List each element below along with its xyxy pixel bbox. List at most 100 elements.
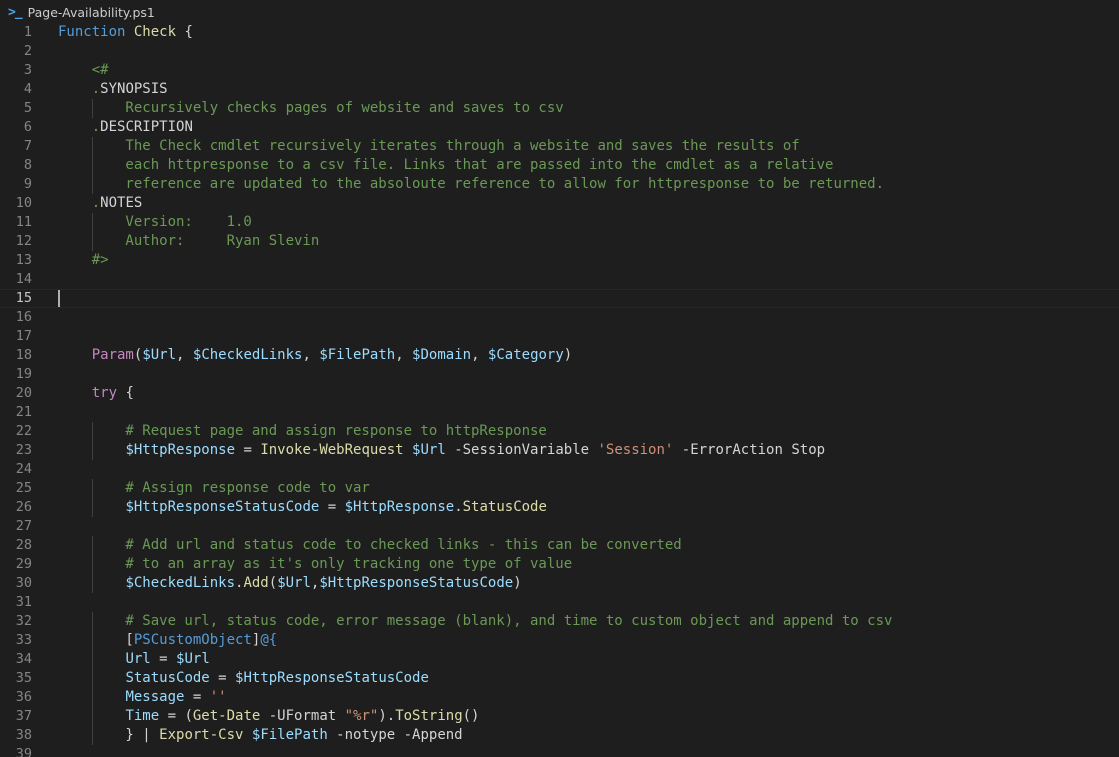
code-token: { <box>176 24 193 40</box>
code-line[interactable]: 10 .NOTES <box>0 194 1119 213</box>
code-line[interactable]: 28 # Add url and status code to checked … <box>0 536 1119 555</box>
line-number: 26 <box>15 499 32 515</box>
line-text: Recursively checks pages of website and … <box>58 99 563 118</box>
code-line[interactable]: 3 <# <box>0 61 1119 80</box>
code-line[interactable]: 2 <box>0 42 1119 61</box>
line-text: try { <box>58 384 134 403</box>
code-line[interactable]: 32 # Save url, status code, error messag… <box>0 612 1119 631</box>
code-line[interactable]: 31 <box>0 593 1119 612</box>
powershell-icon: >_ <box>8 4 23 20</box>
code-line[interactable]: 6 .DESCRIPTION <box>0 118 1119 137</box>
code-token: = <box>235 442 261 458</box>
code-token: $Url <box>142 347 177 363</box>
code-token: . <box>91 119 101 135</box>
line-text: $HttpResponseStatusCode = $HttpResponse.… <box>58 498 546 517</box>
line-number: 35 <box>15 670 32 686</box>
code-line[interactable]: 36 Message = '' <box>0 688 1119 707</box>
breadcrumb-filename[interactable]: Page-Availability.ps1 <box>28 5 155 20</box>
line-text: StatusCode = $HttpResponseStatusCode <box>58 669 428 688</box>
code-token: $HttpResponseStatusCode <box>319 575 514 591</box>
code-line[interactable]: 25 # Assign response code to var <box>0 479 1119 498</box>
code-line[interactable]: 4 .SYNOPSIS <box>0 80 1119 99</box>
code-line[interactable]: 13 #> <box>0 251 1119 270</box>
line-number: 15 <box>15 290 32 306</box>
line-number: 31 <box>15 594 32 610</box>
code-line[interactable]: 24 <box>0 460 1119 479</box>
line-number: 9 <box>23 176 32 192</box>
line-text: Param($Url, $CheckedLinks, $FilePath, $D… <box>58 346 573 365</box>
code-token: $Url <box>277 575 311 591</box>
code-line[interactable]: 35 StatusCode = $HttpResponseStatusCode <box>0 669 1119 688</box>
code-token: Message <box>125 689 185 705</box>
code-line[interactable]: 30 $CheckedLinks.Add($Url,$HttpResponseS… <box>0 574 1119 593</box>
code-line[interactable]: 18 Param($Url, $CheckedLinks, $FilePath,… <box>0 346 1119 365</box>
code-line[interactable]: 37 Time = (Get-Date -UFormat "%r").ToStr… <box>0 707 1119 726</box>
code-token: StatusCode <box>125 670 210 686</box>
code-token: , <box>471 347 488 363</box>
line-number: 13 <box>15 252 32 268</box>
code-token: -SessionVariable <box>445 442 598 458</box>
line-number: 5 <box>23 100 32 116</box>
code-editor[interactable]: >_ Page-Availability.ps1 1 Function Check… <box>0 0 1119 757</box>
code-line[interactable]: 16 <box>0 308 1119 327</box>
line-text: # Request page and assign response to ht… <box>58 422 546 441</box>
line-number: 11 <box>15 214 32 230</box>
line-number: 21 <box>15 404 32 420</box>
code-line[interactable]: 38 } | Export-Csv $FilePath -notype -App… <box>0 726 1119 745</box>
code-line[interactable]: 29 # to an array as it's only tracking o… <box>0 555 1119 574</box>
line-number: 25 <box>15 480 32 496</box>
breadcrumb[interactable]: >_ Page-Availability.ps1 <box>0 0 1119 24</box>
line-text: Version: 1.0 <box>58 213 252 232</box>
code-token: Url <box>125 651 151 667</box>
code-line[interactable]: 17 <box>0 327 1119 346</box>
code-token: . <box>91 195 101 211</box>
code-line[interactable]: 5 Recursively checks pages of website an… <box>0 99 1119 118</box>
code-line[interactable]: 15 <box>0 289 1119 308</box>
code-token: Export-Csv <box>159 727 244 743</box>
code-line[interactable]: 26 $HttpResponseStatusCode = $HttpRespon… <box>0 498 1119 517</box>
code-line[interactable]: 20 try { <box>0 384 1119 403</box>
code-token: Add <box>243 575 269 591</box>
code-line[interactable]: 23 $HttpResponse = Invoke-WebRequest $Ur… <box>0 441 1119 460</box>
code-line[interactable]: 34 Url = $Url <box>0 650 1119 669</box>
code-line[interactable]: 39 <box>0 745 1119 757</box>
code-area[interactable]: 1 Function Check {2 3 <# 4 .SYNOPSIS 5 Recur… <box>0 23 1119 757</box>
code-line[interactable]: 19 <box>0 365 1119 384</box>
code-line[interactable]: 27 <box>0 517 1119 536</box>
code-token: $HttpResponseStatusCode <box>125 499 320 515</box>
code-token: Param <box>91 347 134 363</box>
code-line[interactable]: 33 [PSCustomObject]@{ <box>0 631 1119 650</box>
code-token: PSCustomObject <box>133 632 252 648</box>
code-line[interactable]: 7 The Check cmdlet recursively iterates … <box>0 137 1119 156</box>
code-token: $Url <box>412 442 446 458</box>
code-token: Check <box>133 24 177 40</box>
code-token: , <box>395 347 413 363</box>
code-token: # to an array as it's only tracking one … <box>58 556 573 572</box>
code-token: = <box>319 499 345 515</box>
code-line[interactable]: 11 Version: 1.0 <box>0 213 1119 232</box>
line-text: .SYNOPSIS <box>58 80 168 99</box>
line-number: 12 <box>15 233 32 249</box>
code-line[interactable]: 22 # Request page and assign response to… <box>0 422 1119 441</box>
code-token: Function <box>58 24 134 40</box>
code-line[interactable]: 9 reference are updated to the absoloute… <box>0 175 1119 194</box>
code-token: Version: 1.0 <box>58 214 252 230</box>
line-text: $CheckedLinks.Add($Url,$HttpResponseStat… <box>58 574 521 593</box>
code-line[interactable]: 21 <box>0 403 1119 422</box>
line-text: # Add url and status code to checked lin… <box>58 536 681 555</box>
code-line[interactable]: 1 Function Check { <box>0 23 1119 42</box>
code-line[interactable]: 14 <box>0 270 1119 289</box>
line-text: # Assign response code to var <box>58 479 369 498</box>
code-token: $HttpResponse <box>125 442 236 458</box>
line-text: } | Export-Csv $FilePath -notype -Append <box>58 726 462 745</box>
code-line[interactable]: 8 each httpresponse to a csv file. Links… <box>0 156 1119 175</box>
code-line[interactable]: 12 Author: Ryan Slevin <box>0 232 1119 251</box>
code-token: { <box>117 385 134 401</box>
code-token: '' <box>209 689 227 705</box>
line-number: 23 <box>15 442 32 458</box>
